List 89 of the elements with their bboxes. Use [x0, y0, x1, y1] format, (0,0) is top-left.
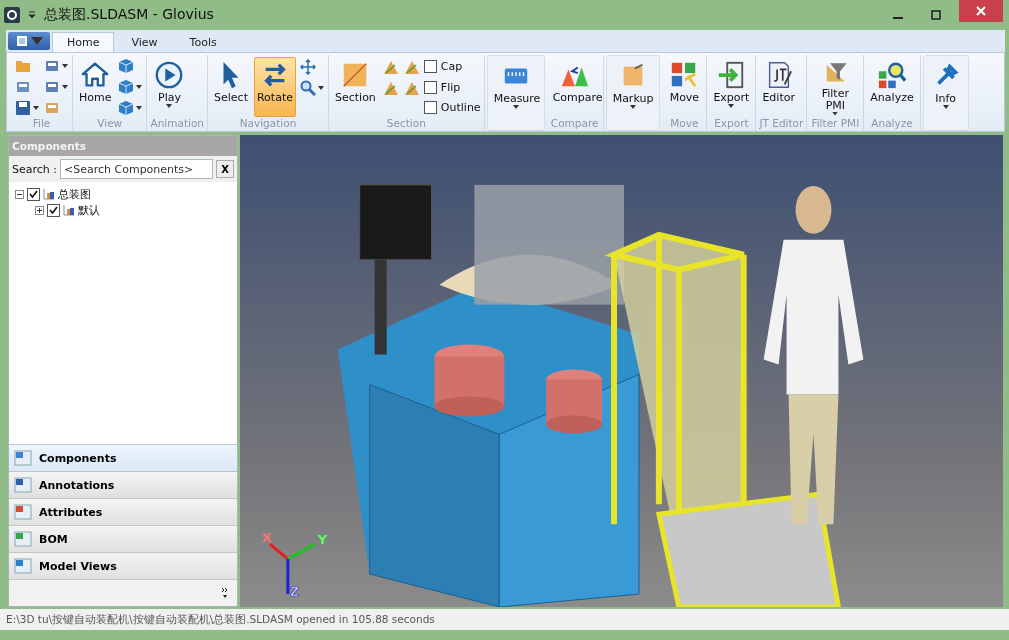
- checkbox-label[interactable]: Outline: [440, 101, 481, 115]
- cube-button[interactable]: [117, 77, 144, 97]
- assembly-icon: [63, 204, 75, 216]
- window-title: 总装图.SLDASM - Glovius: [44, 6, 215, 24]
- ribbon-button[interactable]: Move: [665, 57, 704, 117]
- ribbon-button[interactable]: Section: [331, 57, 379, 117]
- group-label: View: [97, 117, 123, 129]
- caret-icon: [942, 105, 949, 109]
- caret-icon: [136, 105, 143, 110]
- collapse-icon[interactable]: [15, 189, 24, 199]
- caret-icon: [33, 105, 39, 110]
- ribbon-button[interactable]: Editor: [759, 57, 798, 117]
- chevron-icon[interactable]: [221, 587, 229, 599]
- group-label: Navigation: [239, 117, 297, 129]
- close-icon: [976, 6, 986, 16]
- close-button[interactable]: [959, 0, 1003, 22]
- ribbon-button[interactable]: Rotate: [253, 57, 296, 117]
- caret-icon: [630, 105, 636, 109]
- play-icon: [154, 60, 185, 90]
- ribbon-tab[interactable]: Tools: [174, 32, 232, 52]
- move-arrows-icon: [299, 58, 316, 75]
- save-icon: [15, 99, 31, 116]
- ribbon-button[interactable]: Filter PMI: [810, 57, 861, 117]
- tree-item[interactable]: 默认: [78, 202, 100, 218]
- folder-icon: [15, 58, 31, 75]
- cube-icon: [118, 99, 135, 116]
- group-label: Section: [386, 117, 426, 129]
- axis-triad-icon: [268, 542, 316, 595]
- group-label: Animation: [150, 117, 204, 129]
- group-label: Compare: [550, 117, 599, 129]
- analyze-icon: [877, 60, 907, 90]
- caret-icon: [166, 104, 173, 108]
- checkbox[interactable]: [423, 80, 437, 94]
- ribbon-tab[interactable]: Home: [52, 32, 115, 52]
- search-field[interactable]: <Search Components>: [60, 159, 213, 179]
- panel-nav-button[interactable]: Model Views: [9, 552, 237, 579]
- checkbox[interactable]: [423, 101, 437, 115]
- caret-icon: [62, 85, 68, 89]
- tree-checkbox[interactable]: [47, 203, 60, 217]
- maximize-icon: [931, 10, 941, 20]
- assembly-icon: [43, 188, 55, 200]
- axis-label: X: [261, 530, 272, 546]
- caret-icon: [62, 64, 68, 69]
- panel-nav-button[interactable]: BOM: [9, 525, 237, 552]
- menu-icon: [15, 35, 28, 47]
- ribbon-button[interactable]: Home: [76, 57, 115, 117]
- panel-nav-button[interactable]: Annotations: [9, 471, 237, 498]
- caret-icon: [136, 85, 143, 89]
- save-button[interactable]: [14, 98, 40, 117]
- tree-checkbox[interactable]: [27, 187, 40, 201]
- group-label: Move: [670, 117, 699, 129]
- caret-icon: [728, 104, 735, 108]
- panel-nav-button[interactable]: Components: [9, 444, 237, 471]
- zoom-icon: [299, 79, 316, 96]
- ribbon-button[interactable]: Select: [211, 57, 251, 117]
- expand-icon[interactable]: [35, 205, 44, 215]
- ribbon-button[interactable]: Compare: [549, 57, 600, 117]
- ribbon-button[interactable]: Play: [150, 57, 189, 117]
- checkbox[interactable]: [423, 59, 437, 73]
- group-label: File: [32, 117, 51, 129]
- quick-access-icon[interactable]: [28, 11, 36, 19]
- axis-label: Z: [289, 584, 300, 599]
- ribbon-tab[interactable]: View: [116, 32, 173, 52]
- panel-title: Components: [12, 140, 86, 152]
- tree-item[interactable]: 总装图: [58, 186, 91, 202]
- group-label: JT Editor: [759, 117, 804, 129]
- group-label: Export: [714, 117, 749, 129]
- cube-icon: [118, 79, 135, 95]
- group-label: Analyze: [871, 117, 913, 129]
- axis-label: Y: [317, 532, 328, 548]
- group-label: Filter PMI: [811, 117, 860, 129]
- status-text: E:\3D tu\按键自动装配机\按键自动装配机\总装图.SLDASM opened in 105.88 seconds: [6, 612, 435, 627]
- minimize-icon: [893, 17, 903, 19]
- ribbon-button[interactable]: Analyze: [867, 57, 917, 117]
- caret-icon: [512, 105, 519, 109]
- caret-icon: [317, 85, 324, 90]
- checkbox-label[interactable]: Cap: [440, 59, 463, 73]
- checkbox-label[interactable]: Flip: [440, 80, 461, 94]
- app-icon: [4, 7, 20, 23]
- zoom-button[interactable]: [298, 78, 325, 97]
- panel-nav-button[interactable]: Attributes: [9, 498, 237, 525]
- caret-icon: [832, 112, 839, 116]
- caret-icon: [30, 35, 43, 47]
- clear-button[interactable]: X: [216, 160, 234, 178]
- cube-icon: [118, 58, 135, 75]
- ribbon-button[interactable]: Export: [710, 57, 753, 117]
- search-label: Search :: [12, 162, 57, 176]
- cube-button[interactable]: [117, 98, 144, 117]
- app-menu-button[interactable]: [8, 32, 50, 50]
